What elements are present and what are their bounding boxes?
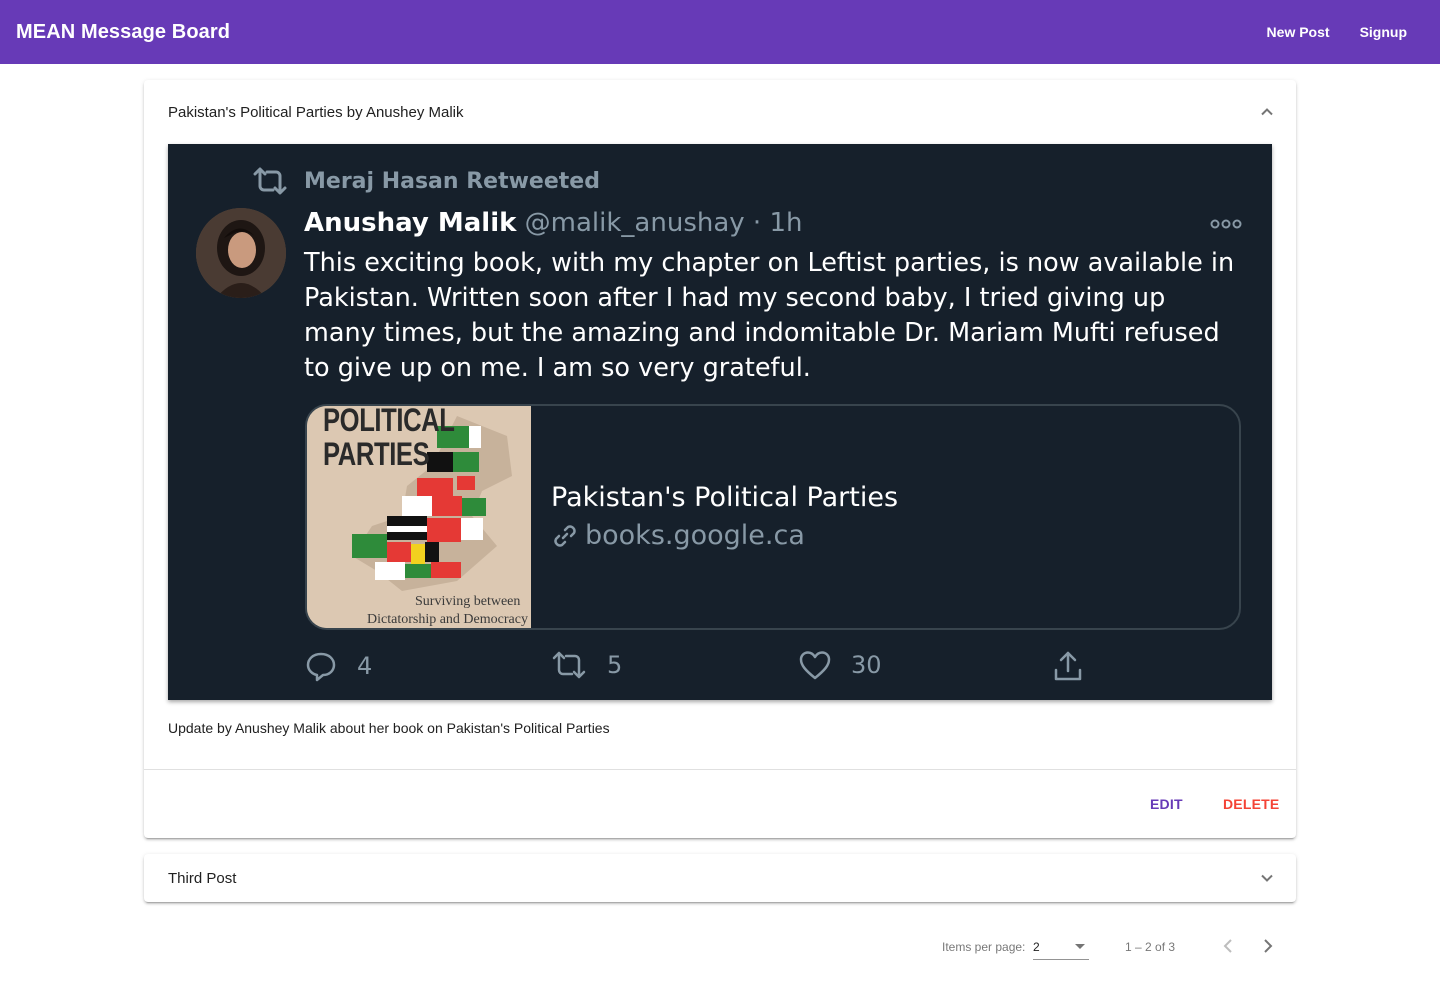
reply-count: 4 bbox=[357, 652, 373, 680]
retweet-icon bbox=[253, 167, 287, 195]
retweet-icon bbox=[552, 651, 586, 679]
previous-page-button[interactable] bbox=[1216, 934, 1240, 958]
book-subtitle-line2: Dictatorship and Democracy bbox=[367, 612, 528, 627]
post-title: Third Post bbox=[168, 869, 237, 887]
post-panel-header[interactable]: Third Post bbox=[144, 854, 1296, 902]
chevron-up-icon[interactable] bbox=[1260, 105, 1274, 119]
link-card: POLITICAL PARTIES Surviving between Dict… bbox=[305, 404, 1241, 630]
tweet-actions: 4 5 30 bbox=[305, 650, 1205, 684]
heart-icon bbox=[799, 651, 831, 680]
page-size-select[interactable]: 2 bbox=[1033, 934, 1089, 960]
card-link-text: books.google.ca bbox=[585, 520, 805, 551]
tweet-handle-time: @malik_anushay · 1h bbox=[524, 208, 803, 238]
tweet-author-name: Anushay Malik bbox=[304, 208, 517, 238]
top-nav: New Post Signup bbox=[1252, 0, 1422, 64]
post-content: Update by Anushey Malik about her book o… bbox=[168, 720, 610, 736]
retweet-line: Meraj Hasan Retweeted bbox=[252, 166, 600, 196]
book-title-line2: PARTIES bbox=[323, 436, 430, 472]
app-title[interactable]: MEAN Message Board bbox=[16, 21, 230, 44]
post-panel-collapsed[interactable]: Third Post bbox=[144, 854, 1296, 902]
more-options-icon bbox=[1210, 219, 1242, 229]
reply-stat: 4 bbox=[305, 650, 372, 682]
signup-link[interactable]: Signup bbox=[1345, 14, 1422, 50]
card-title: Pakistan's Political Parties bbox=[551, 482, 899, 513]
tweet-text: This exciting book, with my chapter on L… bbox=[304, 248, 1235, 383]
post-image-tweet-screenshot: Meraj Hasan Retweeted Anushay Malik @mal… bbox=[168, 144, 1272, 700]
page-size-value: 2 bbox=[1033, 940, 1040, 954]
items-per-page-label: Items per page: bbox=[942, 940, 1026, 954]
dropdown-arrow-icon bbox=[1075, 944, 1085, 949]
like-stat: 30 bbox=[799, 650, 882, 680]
tweet-header: Anushay Malik @malik_anushay · 1h bbox=[304, 208, 802, 238]
book-title-line1: POLITICAL bbox=[323, 406, 455, 438]
share-stat bbox=[1053, 650, 1103, 682]
reply-icon bbox=[306, 652, 336, 682]
book-subtitle-line1: Surviving between bbox=[415, 594, 521, 609]
edit-button[interactable]: EDIT bbox=[1142, 786, 1191, 822]
post-title: Pakistan's Political Parties by Anushey … bbox=[168, 103, 464, 121]
action-row-divider bbox=[144, 769, 1296, 770]
post-panel-header[interactable]: Pakistan's Political Parties by Anushey … bbox=[144, 80, 1296, 144]
delete-button[interactable]: DELETE bbox=[1215, 786, 1287, 822]
paginator: Items per page: 2 1 – 2 of 3 bbox=[0, 926, 1440, 968]
retweet-stat: 5 bbox=[551, 650, 622, 680]
chevron-down-icon[interactable] bbox=[1260, 871, 1274, 885]
link-icon bbox=[554, 524, 576, 547]
range-label: 1 – 2 of 3 bbox=[1125, 940, 1176, 954]
like-count: 30 bbox=[851, 651, 882, 679]
app-toolbar: MEAN Message Board New Post Signup bbox=[0, 0, 1440, 64]
retweet-count: 5 bbox=[607, 651, 623, 679]
post-panel-expanded: Pakistan's Political Parties by Anushey … bbox=[144, 80, 1296, 838]
author-avatar bbox=[196, 208, 286, 298]
share-icon bbox=[1054, 651, 1082, 681]
retweeted-by: Meraj Hasan Retweeted bbox=[304, 168, 600, 194]
new-post-link[interactable]: New Post bbox=[1252, 14, 1345, 50]
card-link: books.google.ca bbox=[551, 520, 805, 551]
next-page-button[interactable] bbox=[1256, 934, 1280, 958]
book-cover-image: POLITICAL PARTIES Surviving between Dict… bbox=[307, 406, 531, 628]
